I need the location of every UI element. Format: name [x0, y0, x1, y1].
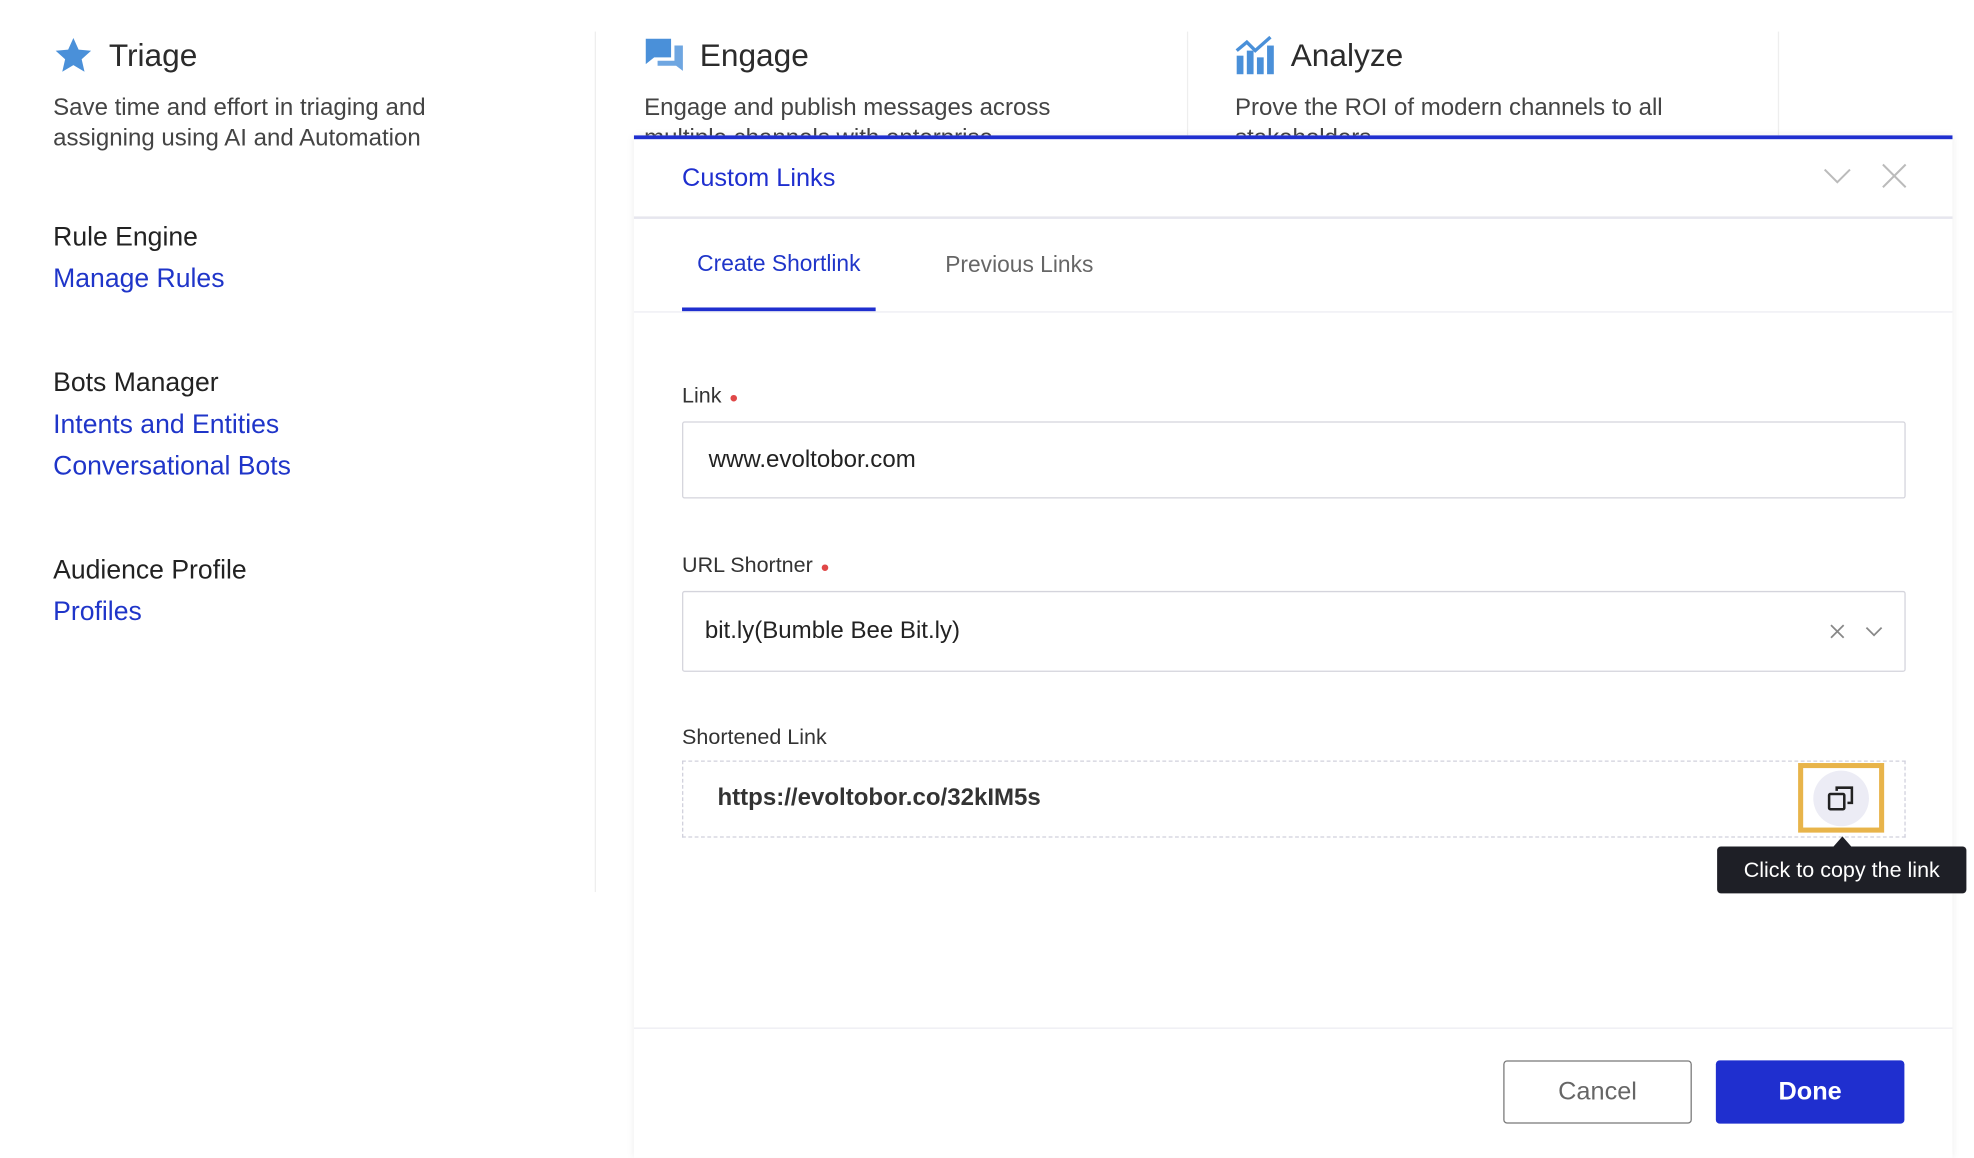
copy-button-circle	[1813, 769, 1869, 826]
close-icon[interactable]	[1882, 163, 1907, 188]
required-indicator: ●	[729, 387, 739, 406]
column-triage-title: Triage	[53, 35, 197, 75]
clear-icon[interactable]	[1830, 624, 1845, 639]
star-icon	[55, 37, 92, 72]
modal-title: Custom Links	[682, 164, 836, 193]
column-divider	[1777, 31, 1780, 136]
link-profiles[interactable]: Profiles	[53, 597, 142, 627]
tabs-divider	[633, 311, 1953, 313]
chat-bubbles-icon	[645, 38, 683, 71]
column-divider	[594, 31, 596, 893]
link-intents-entities[interactable]: Intents and Entities	[53, 410, 279, 440]
link-conversational-bots[interactable]: Conversational Bots	[53, 452, 291, 482]
tab-create-shortlink[interactable]: Create Shortlink	[682, 219, 876, 312]
column-analyze-title: Analyze	[1235, 35, 1403, 75]
custom-links-modal: Custom Links Create Shortlink Previous L…	[633, 135, 1967, 1158]
column-triage-description: Save time and effort in triaging and ass…	[53, 94, 426, 152]
link-manage-rules[interactable]: Manage Rules	[53, 264, 224, 294]
tab-previous-links[interactable]: Previous Links	[945, 219, 1093, 311]
copy-link-button[interactable]	[1798, 763, 1885, 833]
collapse-chevron-icon[interactable]	[1823, 167, 1851, 185]
required-indicator: ●	[820, 557, 830, 576]
shortened-link-value: https://evoltobor.co/32kIM5s	[717, 784, 1041, 812]
chevron-down-icon[interactable]	[1865, 626, 1883, 637]
copy-icon	[1827, 785, 1854, 810]
link-input[interactable]: www.evoltobor.com	[682, 421, 1906, 499]
bar-chart-icon	[1235, 35, 1274, 75]
column-divider	[1186, 31, 1189, 136]
section-rule-engine: Rule Engine	[53, 222, 198, 252]
section-audience-profile: Audience Profile	[53, 555, 247, 585]
tooltip-arrow	[1833, 836, 1852, 847]
copy-tooltip: Click to copy the link	[1717, 846, 1967, 894]
shortened-link-label: Shortened Link	[682, 725, 827, 750]
section-bots-manager: Bots Manager	[53, 368, 219, 398]
url-shortener-value: bit.ly(Bumble Bee Bit.ly)	[704, 617, 961, 645]
shortened-link-box: https://evoltobor.co/32kIM5s	[682, 760, 1906, 838]
url-shortener-label: URL Shortner ●	[682, 552, 830, 578]
column-engage-title: Engage	[644, 35, 809, 75]
link-label: Link ●	[682, 383, 739, 408]
url-shortener-select[interactable]: bit.ly(Bumble Bee Bit.ly)	[682, 590, 1906, 672]
footer-divider	[633, 1027, 1953, 1029]
done-button[interactable]: Done	[1715, 1060, 1905, 1124]
cancel-button[interactable]: Cancel	[1503, 1060, 1692, 1124]
